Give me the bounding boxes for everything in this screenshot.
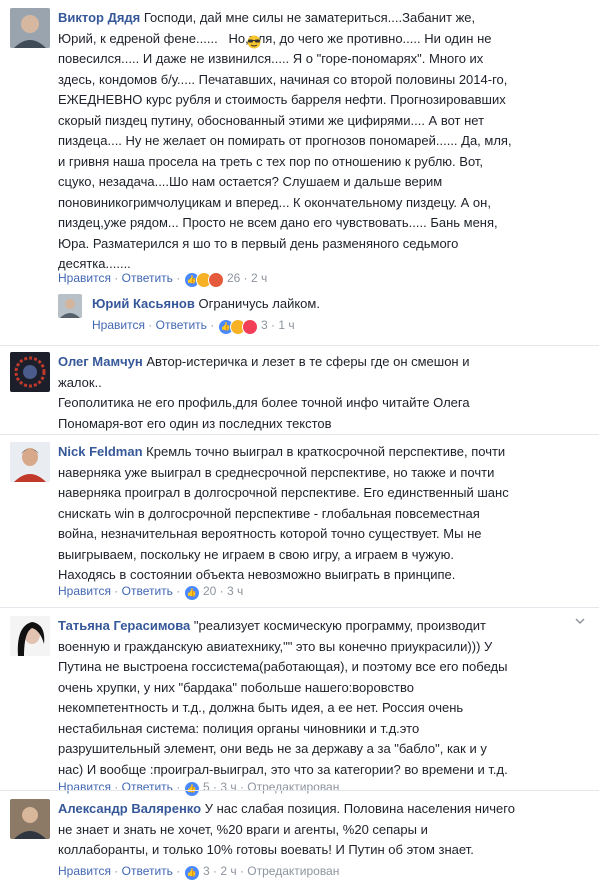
comment: Олег Мамчун Автор-истеричка и лезет в те … bbox=[10, 352, 590, 432]
like-button[interactable]: Нравится bbox=[92, 318, 145, 332]
timestamp[interactable]: 2 ч bbox=[251, 271, 267, 285]
timestamp[interactable]: 3 ч bbox=[220, 780, 236, 794]
reply-button[interactable]: Ответить bbox=[156, 318, 207, 332]
like-reaction-icon: 👍 bbox=[183, 780, 200, 797]
comment: Татьяна Герасимова "реализует космическую… bbox=[10, 616, 565, 797]
like-button[interactable]: Нравится bbox=[58, 584, 111, 598]
reply-button[interactable]: Ответить bbox=[122, 584, 173, 598]
comment-body: Александр Валяренко У нас слабая позиция.… bbox=[58, 799, 583, 861]
love-reaction-icon bbox=[241, 318, 258, 335]
timestamp[interactable]: 1 ч bbox=[278, 318, 294, 332]
comment-actions: Нравится · Ответить · 👍 5 · 3 ч · Отреда… bbox=[58, 778, 339, 797]
edited-label[interactable]: Отредактирован bbox=[247, 780, 339, 794]
avatar[interactable] bbox=[10, 616, 50, 656]
comments-feed: Виктор Дядя Господи, дай мне силы не зама… bbox=[0, 0, 599, 883]
reaction-count[interactable]: 5 bbox=[203, 780, 210, 794]
comment-body: Виктор Дядя Господи, дай мне силы не зама… bbox=[58, 8, 583, 275]
comment-body: Олег Мамчун Автор-истеричка и лезет в те … bbox=[58, 352, 583, 434]
timestamp[interactable]: 3 ч bbox=[227, 584, 243, 598]
avatar[interactable] bbox=[10, 352, 50, 392]
comment-text: "реализует космическую программу, произв… bbox=[58, 618, 508, 777]
comment-author[interactable]: Татьяна Герасимова bbox=[58, 618, 194, 633]
comment: Александр Валяренко У нас слабая позиция.… bbox=[10, 799, 590, 881]
avatar[interactable] bbox=[10, 442, 50, 482]
comment-body: Юрий Касьянов Ограничусь лайком. bbox=[92, 294, 582, 315]
comment-text: Кремль точно выиграл в краткосрочной пер… bbox=[58, 444, 509, 582]
comment-author[interactable]: Юрий Касьянов bbox=[92, 296, 198, 311]
comment-actions: Нравится · Ответить · 👍 3 · 1 ч bbox=[92, 316, 295, 335]
reaction-count[interactable]: 20 bbox=[203, 584, 216, 598]
comment-author[interactable]: Виктор Дядя bbox=[58, 10, 144, 25]
comment-body: Татьяна Герасимова "реализует космическую… bbox=[58, 616, 563, 780]
comment-text: Ограничусь лайком. bbox=[198, 296, 320, 311]
comment-actions: Нравится · Ответить · 👍 3 · 2 ч · Отреда… bbox=[58, 862, 339, 881]
reply-comment: Юрий Касьянов Ограничусь лайком. Нравится… bbox=[58, 294, 588, 338]
like-button[interactable]: Нравится bbox=[58, 864, 111, 878]
divider bbox=[0, 345, 599, 346]
reactions[interactable]: 👍 bbox=[183, 863, 200, 881]
comment-text: Господи, дай мне силы не заматериться...… bbox=[58, 10, 512, 271]
divider bbox=[0, 434, 599, 435]
chevron-down-icon[interactable] bbox=[575, 616, 585, 628]
comment-actions: Нравится · Ответить · 👍 20 · 3 ч bbox=[58, 582, 243, 601]
reactions[interactable]: 👍 bbox=[217, 317, 258, 335]
reply-button[interactable]: Ответить bbox=[122, 780, 173, 794]
timestamp[interactable]: 2 ч bbox=[220, 864, 236, 878]
like-reaction-icon: 👍 bbox=[183, 864, 200, 881]
reactions[interactable]: 👍 bbox=[183, 779, 200, 797]
divider bbox=[0, 607, 599, 608]
avatar[interactable] bbox=[58, 294, 82, 318]
reaction-count[interactable]: 3 bbox=[203, 864, 210, 878]
reply-button[interactable]: Ответить bbox=[122, 864, 173, 878]
reaction-count[interactable]: 3 bbox=[261, 318, 268, 332]
reply-button[interactable]: Ответить bbox=[122, 271, 173, 285]
avatar[interactable] bbox=[10, 799, 50, 839]
like-button[interactable]: Нравится bbox=[58, 780, 111, 794]
comment-author[interactable]: Nick Feldman bbox=[58, 444, 146, 459]
comment-body: Nick Feldman Кремль точно выиграл в кратк… bbox=[58, 442, 583, 586]
edited-label[interactable]: Отредактирован bbox=[247, 864, 339, 878]
reactions[interactable]: 👍 bbox=[183, 270, 224, 288]
divider bbox=[0, 790, 599, 791]
reactions[interactable]: 👍 bbox=[183, 583, 200, 601]
comment: Виктор Дядя Господи, дай мне силы не зама… bbox=[10, 8, 590, 288]
comment-author[interactable]: Олег Мамчун bbox=[58, 354, 146, 369]
reaction-count[interactable]: 26 bbox=[227, 271, 240, 285]
like-reaction-icon: 👍 bbox=[183, 584, 200, 601]
avatar[interactable] bbox=[10, 8, 50, 48]
like-button[interactable]: Нравится bbox=[58, 271, 111, 285]
angry-reaction-icon bbox=[207, 271, 224, 288]
comment-actions: Нравится · Ответить · 👍 26 · 2 ч bbox=[58, 269, 267, 288]
sunglasses-emoji-icon bbox=[246, 35, 262, 50]
comment: Nick Feldman Кремль точно выиграл в кратк… bbox=[10, 442, 590, 602]
comment-author[interactable]: Александр Валяренко bbox=[58, 801, 205, 816]
